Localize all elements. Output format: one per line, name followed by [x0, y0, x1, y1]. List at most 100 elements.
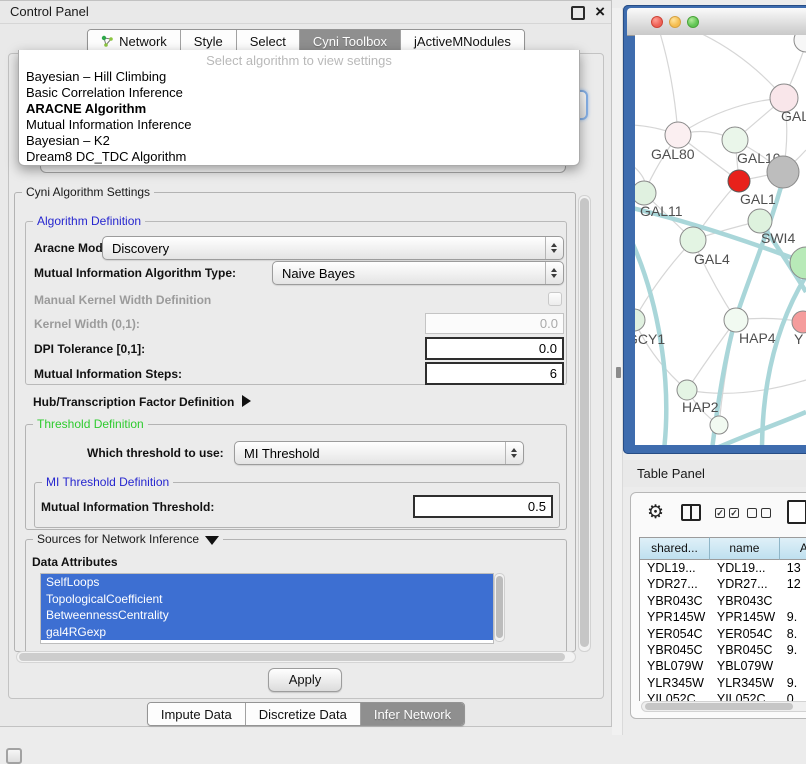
close-panel-icon[interactable]: ×	[595, 1, 605, 23]
node-label: GAL	[781, 108, 806, 124]
which-threshold-select[interactable]: MI Threshold	[234, 441, 524, 465]
data-attribute-option[interactable]: SelfLoops	[41, 574, 493, 591]
table-horizontal-scrollbar[interactable]	[641, 701, 806, 712]
table-row[interactable]: YBR045CYBR045C9.	[640, 642, 806, 658]
algorithm-definition-title: Algorithm Definition	[33, 214, 145, 228]
algorithm-option[interactable]: Dream8 DC_TDC Algorithm	[19, 149, 579, 165]
tab-cyni-toolbox[interactable]: Cyni Toolbox	[300, 30, 401, 52]
network-edge	[712, 176, 784, 445]
table-cell: YLR345W	[710, 675, 780, 691]
network-node[interactable]	[635, 181, 656, 205]
network-node[interactable]	[724, 308, 748, 332]
table-cell: 13	[780, 560, 806, 576]
data-attributes-list[interactable]: SelfLoopsTopologicalCoefficientBetweenne…	[40, 573, 494, 644]
table-row[interactable]: YBL079WYBL079W	[640, 658, 806, 674]
hub-transcription-factor-toggle[interactable]: Hub/Transcription Factor Definition	[33, 395, 251, 409]
manual-kernel-width-checkbox[interactable]	[548, 292, 562, 306]
tab-network[interactable]: Network	[88, 30, 181, 52]
tab-impute-data[interactable]: Impute Data	[148, 703, 246, 725]
network-node[interactable]	[665, 122, 691, 148]
dpi-tolerance-input[interactable]	[425, 337, 564, 360]
algorithm-option[interactable]: Mutual Information Inference	[19, 117, 579, 133]
network-node[interactable]	[767, 156, 799, 188]
tab-discretize-data[interactable]: Discretize Data	[246, 703, 361, 725]
divider-collapse-grip[interactable]	[616, 367, 621, 378]
tab-jactivemnodules[interactable]: jActiveMNodules	[401, 30, 524, 52]
which-threshold-value: MI Threshold	[244, 446, 320, 461]
close-window-button[interactable]	[651, 16, 663, 28]
network-node[interactable]	[677, 380, 697, 400]
network-node[interactable]	[728, 170, 750, 192]
tab-style[interactable]: Style	[181, 30, 237, 52]
sources-for-inference-group: Sources for Network Inference Data Attri…	[25, 539, 567, 651]
table-panel-bar: Table Panel	[623, 460, 806, 487]
kernel-width-label: Kernel Width (0,1):	[34, 317, 140, 331]
settings-vertical-scrollbar[interactable]	[578, 195, 591, 652]
table-options-gear-icon[interactable]: ⚙	[647, 501, 664, 525]
table-cell: 9.	[780, 675, 806, 691]
attributes-list-scrollbar[interactable]	[494, 573, 505, 642]
table-row[interactable]: YDR27...YDR27...12	[640, 576, 806, 592]
mi-steps-input[interactable]	[425, 362, 564, 385]
network-node[interactable]	[792, 311, 806, 333]
network-node[interactable]	[710, 416, 728, 434]
table-toolbar: ⚙ ✓✓	[631, 493, 806, 535]
minimize-window-button[interactable]	[669, 16, 681, 28]
tab-label: Network	[119, 34, 167, 49]
kernel-width-input[interactable]	[425, 313, 564, 334]
network-canvas[interactable]: GALGAL80GAL10GAL1GAL11SWI4GAL4GCY1HAP4YH…	[635, 35, 806, 445]
table-row[interactable]: YPR145WYPR145W9.	[640, 609, 806, 625]
table-row[interactable]: YDL19...YDL19...13	[640, 560, 806, 576]
table-row[interactable]: YIL052CYIL052C0.	[640, 691, 806, 701]
table-row[interactable]: YLR345WYLR345W9.	[640, 675, 806, 691]
network-node[interactable]	[635, 309, 645, 331]
algorithm-option[interactable]: ARACNE Algorithm	[19, 101, 579, 117]
network-node[interactable]	[794, 35, 806, 52]
tab-select[interactable]: Select	[237, 30, 300, 52]
apply-button[interactable]: Apply	[268, 668, 342, 692]
show-columns-icon[interactable]	[681, 504, 701, 521]
table-cell: 12	[780, 576, 806, 592]
collapse-down-icon[interactable]	[205, 536, 219, 545]
mi-threshold-input[interactable]	[413, 495, 553, 518]
manual-kernel-width-label: Manual Kernel Width Definition	[34, 293, 211, 307]
table-cell: YER054C	[710, 626, 780, 642]
mi-steps-label: Mutual Information Steps:	[34, 367, 182, 381]
network-edge	[687, 380, 806, 393]
mi-algorithm-type-label: Mutual Information Algorithm Type:	[34, 266, 236, 280]
data-attribute-option[interactable]: BetweennessCentrality	[41, 607, 493, 624]
algorithm-option[interactable]: Basic Correlation Inference	[19, 85, 579, 101]
table-cell: YDL19...	[710, 560, 780, 576]
network-node[interactable]	[680, 227, 706, 253]
table-cell: YBR045C	[640, 642, 710, 658]
column-header[interactable]: shared...	[640, 537, 710, 560]
algorithm-option[interactable]: Bayesian – K2	[19, 133, 579, 149]
zoom-window-button[interactable]	[687, 16, 699, 28]
export-table-icon[interactable]	[787, 500, 806, 524]
mi-algorithm-type-select[interactable]: Naive Bayes	[272, 261, 564, 285]
data-attribute-option[interactable]: TopologicalCoefficient	[41, 591, 493, 608]
aracne-mode-select[interactable]: Discovery	[102, 236, 564, 260]
table-cell: YDR27...	[640, 576, 710, 592]
network-view-window: GALGAL80GAL10GAL1GAL11SWI4GAL4GCY1HAP4YH…	[623, 5, 806, 454]
column-header[interactable]: A	[780, 537, 806, 560]
table-row[interactable]: YBR043CYBR043C	[640, 593, 806, 609]
select-all-columns-icon[interactable]: ✓✓	[715, 508, 741, 519]
control-panel-titlebar: Control Panel ×	[0, 1, 611, 24]
settings-horizontal-scrollbar[interactable]	[16, 651, 576, 663]
float-panel-icon[interactable]	[571, 6, 585, 20]
algorithm-option[interactable]: Bayesian – Hill Climbing	[19, 69, 579, 85]
data-attribute-option[interactable]: gal4RGexp	[41, 624, 493, 641]
combo-spinner-icon	[545, 262, 563, 284]
network-window-titlebar[interactable]	[627, 8, 806, 36]
tab-infer-network[interactable]: Infer Network	[361, 703, 464, 725]
table-row[interactable]: YER054CYER054C8.	[640, 626, 806, 642]
node-label: GAL1	[740, 191, 776, 207]
algorithm-dropdown-list: Select algorithm to view settings Bayesi…	[18, 50, 580, 166]
table-cell: YBR043C	[710, 593, 780, 609]
deselect-all-columns-icon[interactable]	[747, 508, 773, 519]
tab-label: Discretize Data	[259, 707, 347, 722]
column-header[interactable]: name	[710, 537, 780, 560]
table-cell: YBL079W	[710, 658, 780, 674]
node-label: HAP2	[682, 399, 719, 415]
